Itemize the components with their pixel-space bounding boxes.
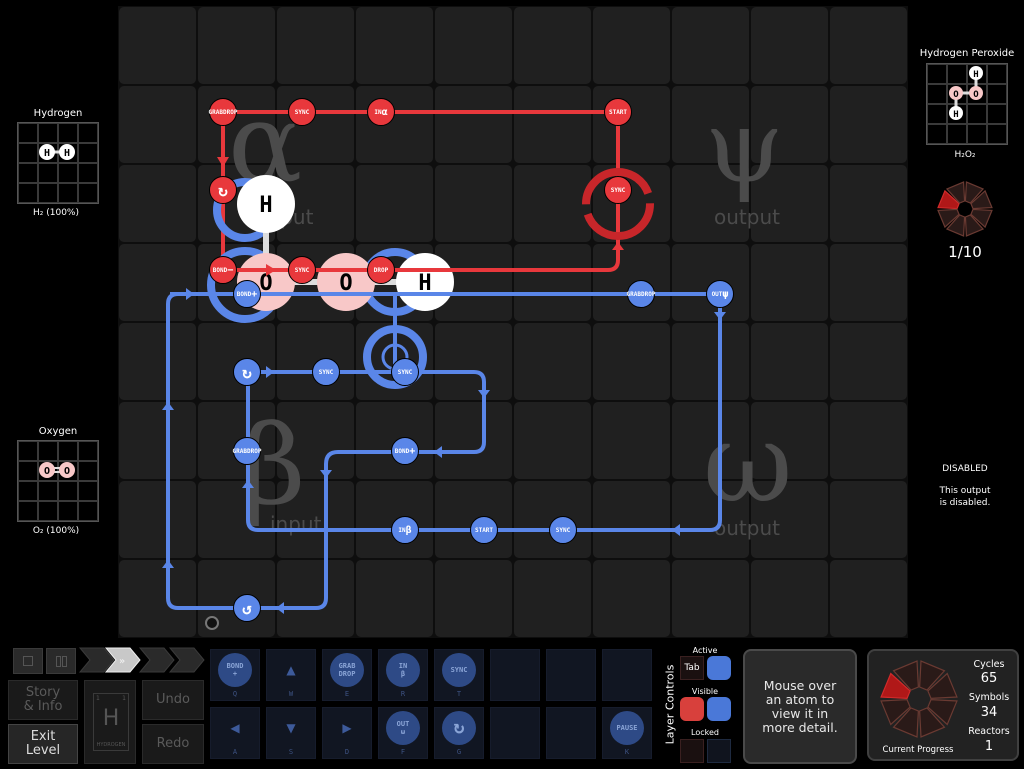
red-bond-minus-instruction[interactable]: BOND −	[209, 256, 237, 284]
palette-t-button[interactable]: SYNC T	[434, 649, 484, 701]
arrow-down	[217, 157, 229, 167]
palette-f-button[interactable]: OUT ω F	[378, 707, 428, 759]
undo-button[interactable]: Undo	[142, 680, 204, 720]
palette-empty-slot	[490, 649, 540, 701]
fast-button	[138, 647, 175, 673]
redo-button[interactable]: Redo	[142, 724, 204, 764]
blue-sync-instruction[interactable]: SYNC	[312, 358, 340, 386]
element-symbol: H	[102, 706, 120, 731]
element-info[interactable]: 1 1 H HYDROGEN	[84, 680, 136, 764]
blue-output-psi-instruction[interactable]: OUT ψ	[706, 280, 734, 308]
red-grab-drop-instruction[interactable]: GRAB DROP	[209, 98, 237, 126]
palette-empty-slot	[546, 649, 596, 701]
visible-red-layer-toggle[interactable]	[680, 697, 704, 721]
play-icon: »	[119, 656, 125, 667]
blue-grab-drop-instruction[interactable]: GRAB DROP	[233, 437, 261, 465]
palette-w-button[interactable]: ▲ W	[266, 649, 316, 701]
reactor-paths: H O O H	[162, 110, 726, 614]
stop-button[interactable]	[13, 648, 43, 674]
palette-q-button[interactable]: BOND + Q	[210, 649, 260, 701]
cursor-icon	[205, 616, 219, 630]
current-progress-label: Current Progress	[882, 745, 954, 755]
layer-controls-title: Layer Controls	[663, 664, 677, 745]
palette-d-button[interactable]: ▶ D	[322, 707, 372, 759]
play-speed-buttons[interactable]: »	[78, 646, 206, 674]
blue-input-beta-instruction[interactable]: IN β	[391, 516, 419, 544]
atom-info-box: Mouse over an atom to view it in more detai…	[743, 649, 857, 764]
palette-e-button[interactable]: GRAB DROP E	[322, 649, 372, 701]
symbols-count: 34	[980, 705, 998, 720]
current-progress-dial	[880, 660, 958, 738]
red-drop-instruction[interactable]: DROP	[367, 256, 395, 284]
palette-empty-slot	[546, 707, 596, 759]
blue-bond-plus-instruction[interactable]: BOND +	[391, 437, 419, 465]
molecule-atoms: H O O H	[237, 175, 454, 311]
red-sync-instruction[interactable]: SYNC	[288, 98, 316, 126]
palette-r-button[interactable]: IN β R	[378, 649, 428, 701]
active-red-layer-tab[interactable]: Tab	[680, 656, 704, 680]
palette-pause-button[interactable]: PAUSE K	[602, 707, 652, 759]
blue-bond-plus-instruction[interactable]: BOND +	[233, 280, 261, 308]
pause-icon	[56, 656, 61, 667]
pause-button[interactable]	[46, 648, 76, 674]
exit-level-button[interactable]: Exit Level	[8, 724, 78, 764]
svg-text:H: H	[259, 193, 272, 218]
locked-blue-layer-toggle[interactable]	[707, 739, 731, 763]
blue-sync-instruction[interactable]: SYNC	[391, 358, 419, 386]
blue-rotate-ccw-instruction[interactable]: ↺	[233, 594, 261, 622]
red-start-instruction[interactable]: START	[604, 98, 632, 126]
stop-icon	[23, 656, 33, 666]
blue-rotate-instruction[interactable]: ↻	[233, 358, 261, 386]
locked-red-layer-toggle[interactable]	[680, 739, 704, 763]
palette-empty-slot	[490, 707, 540, 759]
palette-s-button[interactable]: ▼ S	[266, 707, 316, 759]
stats-panel: Current Progress Cycles 65 Symbols 34 Re…	[867, 649, 1019, 761]
palette-empty-slot	[602, 649, 652, 701]
red-rotate-instruction[interactable]: ↻	[209, 176, 237, 204]
palette-a-button[interactable]: ◀ A	[210, 707, 260, 759]
palette-g-button[interactable]: ↻ G	[434, 707, 484, 759]
red-input-alpha-instruction[interactable]: IN α	[367, 98, 395, 126]
reactors-count: 1	[984, 739, 994, 754]
blue-grab-drop-instruction[interactable]: GRAB DROP	[627, 280, 655, 308]
visible-blue-layer-toggle[interactable]	[707, 697, 731, 721]
faster-button	[168, 647, 205, 673]
story-info-button[interactable]: Story & Info	[8, 680, 78, 720]
red-sync-instruction[interactable]: SYNC	[288, 256, 316, 284]
blue-start-instruction[interactable]: START	[470, 516, 498, 544]
arrow-up	[612, 242, 624, 250]
cycles-count: 65	[980, 671, 998, 686]
active-blue-layer[interactable]	[707, 656, 731, 680]
blue-sync-instruction[interactable]: SYNC	[549, 516, 577, 544]
red-sync-instruction[interactable]: SYNC	[604, 176, 632, 204]
